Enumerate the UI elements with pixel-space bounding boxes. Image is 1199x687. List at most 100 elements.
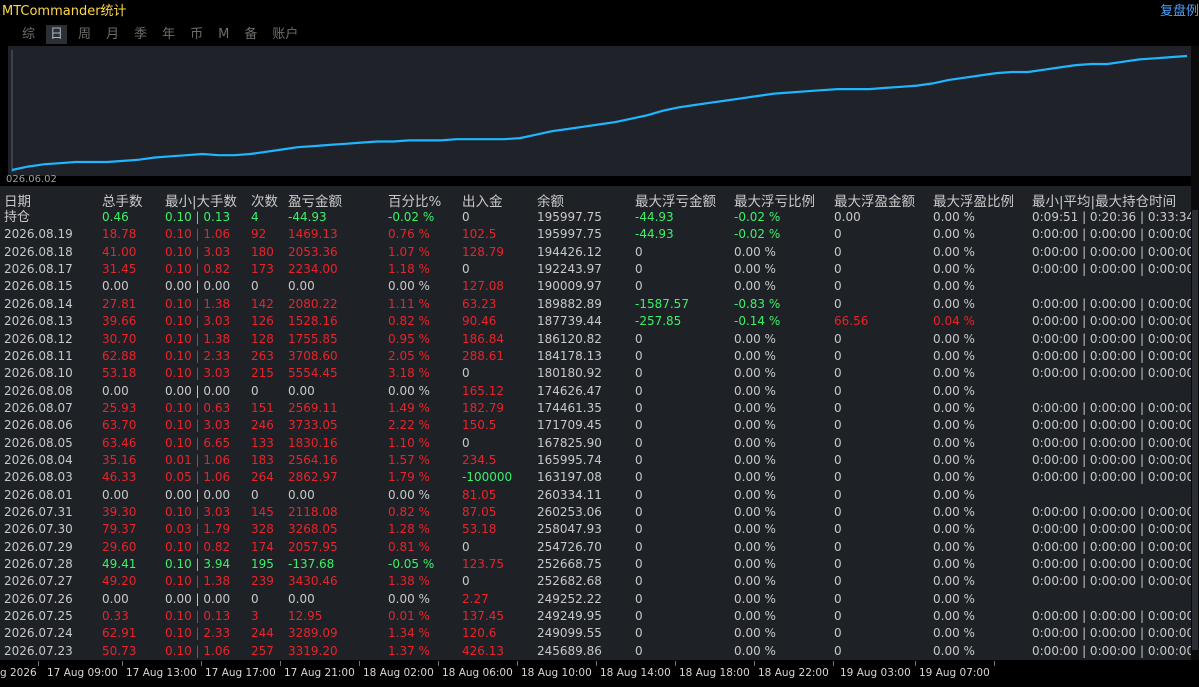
cell-r11-c12: 0:00:00 | 0:00:00 | 0:00:00 (1032, 400, 1195, 415)
cell-r19-c9: 0.00 % (734, 539, 776, 554)
cell-r22-c6: 2.27 (462, 591, 489, 606)
cell-r24-c2: 0.10 | 2.33 (165, 626, 231, 641)
cell-r15-c4: 2862.97 (288, 470, 338, 485)
cell-r9-c11: 0.00 % (933, 366, 975, 381)
cell-r22-c3: 0 (251, 591, 259, 606)
cell-r14-c4: 2564.16 (288, 452, 338, 467)
tab-6[interactable]: 币 (186, 25, 207, 44)
cell-r7-c5: 0.95 % (388, 331, 430, 346)
cell-r13-c4: 1830.16 (288, 435, 338, 450)
time-tick-mark (38, 661, 39, 666)
cell-r7-c6: 186.84 (462, 331, 504, 346)
column-header-2[interactable]: 最小|大手数 (165, 190, 237, 210)
cell-r6-c4: 1528.16 (288, 314, 338, 329)
cell-r11-c2: 0.10 | 0.63 (165, 400, 231, 415)
cell-r8-c4: 3708.60 (288, 348, 338, 363)
cell-r4-c5: 0.00 % (388, 279, 430, 294)
cell-r5-c0: 2026.08.14 (4, 296, 73, 311)
cell-r11-c9: 0.00 % (734, 400, 776, 415)
time-tick-label: 18 Aug 18:00 (679, 667, 750, 679)
cell-r0-c9: -0.02 % (734, 210, 781, 224)
cell-r13-c0: 2026.08.05 (4, 435, 73, 450)
cell-r23-c8: 0 (635, 609, 643, 623)
time-tick-label: 17 Aug 21:00 (284, 667, 355, 679)
time-tick-mark (438, 661, 439, 666)
cell-r0-c12: 0:09:51 | 0:20:36 | 0:33:34 (1032, 210, 1195, 224)
cell-r21-c1: 49.20 (102, 574, 137, 589)
column-header-12[interactable]: 最小|平均|最大持仓时间 (1032, 190, 1176, 210)
cell-r18-c9: 0.00 % (734, 522, 776, 537)
cell-r14-c2: 0.01 | 1.06 (165, 452, 231, 467)
cell-r6-c0: 2026.08.13 (4, 314, 73, 329)
cell-r4-c3: 0 (251, 279, 259, 294)
cell-r2-c4: 2053.36 (288, 244, 338, 259)
cell-r19-c1: 29.60 (102, 539, 137, 554)
cell-r12-c12: 0:00:00 | 0:00:00 | 0:00:00 (1032, 418, 1195, 433)
cell-r16-c3: 0 (251, 487, 259, 502)
time-tick-label: 17 Aug 17:00 (205, 667, 276, 679)
cell-r1-c9: -0.02 % (734, 227, 781, 242)
cell-r20-c5: -0.05 % (388, 557, 435, 571)
tab-1[interactable]: 日 (46, 25, 68, 44)
cell-r24-c8: 0 (635, 626, 643, 641)
column-header-7[interactable]: 余额 (537, 190, 564, 210)
cell-r5-c4: 2080.22 (288, 296, 338, 311)
tab-2[interactable]: 周 (74, 25, 95, 44)
cell-r7-c9: 0.00 % (734, 331, 776, 346)
column-header-8[interactable]: 最大浮亏金额 (635, 190, 716, 210)
column-header-3[interactable]: 次数 (251, 190, 278, 210)
column-header-1[interactable]: 总手数 (102, 190, 143, 210)
cell-r15-c12: 0:00:00 | 0:00:00 | 0:00:00 (1032, 470, 1195, 485)
cell-r14-c0: 2026.08.04 (4, 452, 73, 467)
column-header-0[interactable]: 日期 (4, 190, 31, 210)
tab-4[interactable]: 季 (130, 25, 151, 44)
cell-r6-c10: 66.56 (834, 314, 869, 329)
cell-r24-c7: 249099.55 (537, 626, 602, 641)
column-header-5[interactable]: 百分比% (388, 190, 441, 210)
tab-8[interactable]: 备 (240, 25, 261, 44)
cell-r12-c10: 0 (834, 418, 842, 433)
cell-r22-c1: 0.00 (102, 591, 129, 606)
column-header-10[interactable]: 最大浮盈金额 (834, 190, 915, 210)
cell-r11-c3: 151 (251, 400, 274, 415)
column-header-4[interactable]: 盈亏金额 (288, 190, 342, 210)
cell-r5-c1: 27.81 (102, 296, 137, 311)
cell-r18-c10: 0 (834, 522, 842, 537)
cell-r25-c7: 245689.86 (537, 643, 602, 658)
tab-3[interactable]: 月 (102, 25, 123, 44)
tab-5[interactable]: 年 (158, 25, 179, 44)
cell-r3-c1: 31.45 (102, 262, 137, 277)
column-header-11[interactable]: 最大浮盈比例 (933, 190, 1014, 210)
cell-r25-c2: 0.10 | 1.06 (165, 643, 231, 658)
cell-r12-c1: 63.70 (102, 418, 137, 433)
cell-r11-c7: 174461.35 (537, 400, 602, 415)
cell-r10-c7: 174626.47 (537, 383, 602, 398)
cell-r4-c6: 127.08 (462, 279, 504, 294)
cell-r12-c9: 0.00 % (734, 418, 776, 433)
cell-r6-c8: -257.85 (635, 314, 682, 329)
cell-r20-c10: 0 (834, 557, 842, 571)
cell-r25-c8: 0 (635, 643, 643, 658)
cell-r2-c3: 180 (251, 244, 274, 259)
scrollbar-thumb[interactable] (1192, 210, 1198, 650)
cell-r25-c1: 50.73 (102, 643, 137, 658)
cell-r8-c9: 0.00 % (734, 348, 776, 363)
tab-9[interactable]: 账户 (268, 25, 302, 44)
cell-r16-c9: 0.00 % (734, 487, 776, 502)
cell-r2-c8: 0 (635, 244, 643, 259)
column-header-9[interactable]: 最大浮亏比例 (734, 190, 815, 210)
time-tick-mark (915, 661, 916, 666)
cell-r14-c11: 0.00 % (933, 452, 975, 467)
tab-0[interactable]: 综 (18, 25, 39, 44)
cell-r4-c9: 0.00 % (734, 279, 776, 294)
cell-r22-c4: 0.00 (288, 591, 315, 606)
tab-7[interactable]: M (214, 25, 233, 44)
cell-r22-c7: 249252.22 (537, 591, 602, 606)
cell-r2-c12: 0:00:00 | 0:00:00 | 0:00:00 (1032, 244, 1195, 259)
cell-r20-c8: 0 (635, 557, 643, 571)
column-header-6[interactable]: 出入金 (462, 190, 503, 210)
replay-link[interactable]: 复盘例 (1160, 0, 1199, 19)
cell-r21-c10: 0 (834, 574, 842, 589)
cell-r9-c7: 180180.92 (537, 366, 602, 381)
cell-r10-c2: 0.00 | 0.00 (165, 383, 231, 398)
